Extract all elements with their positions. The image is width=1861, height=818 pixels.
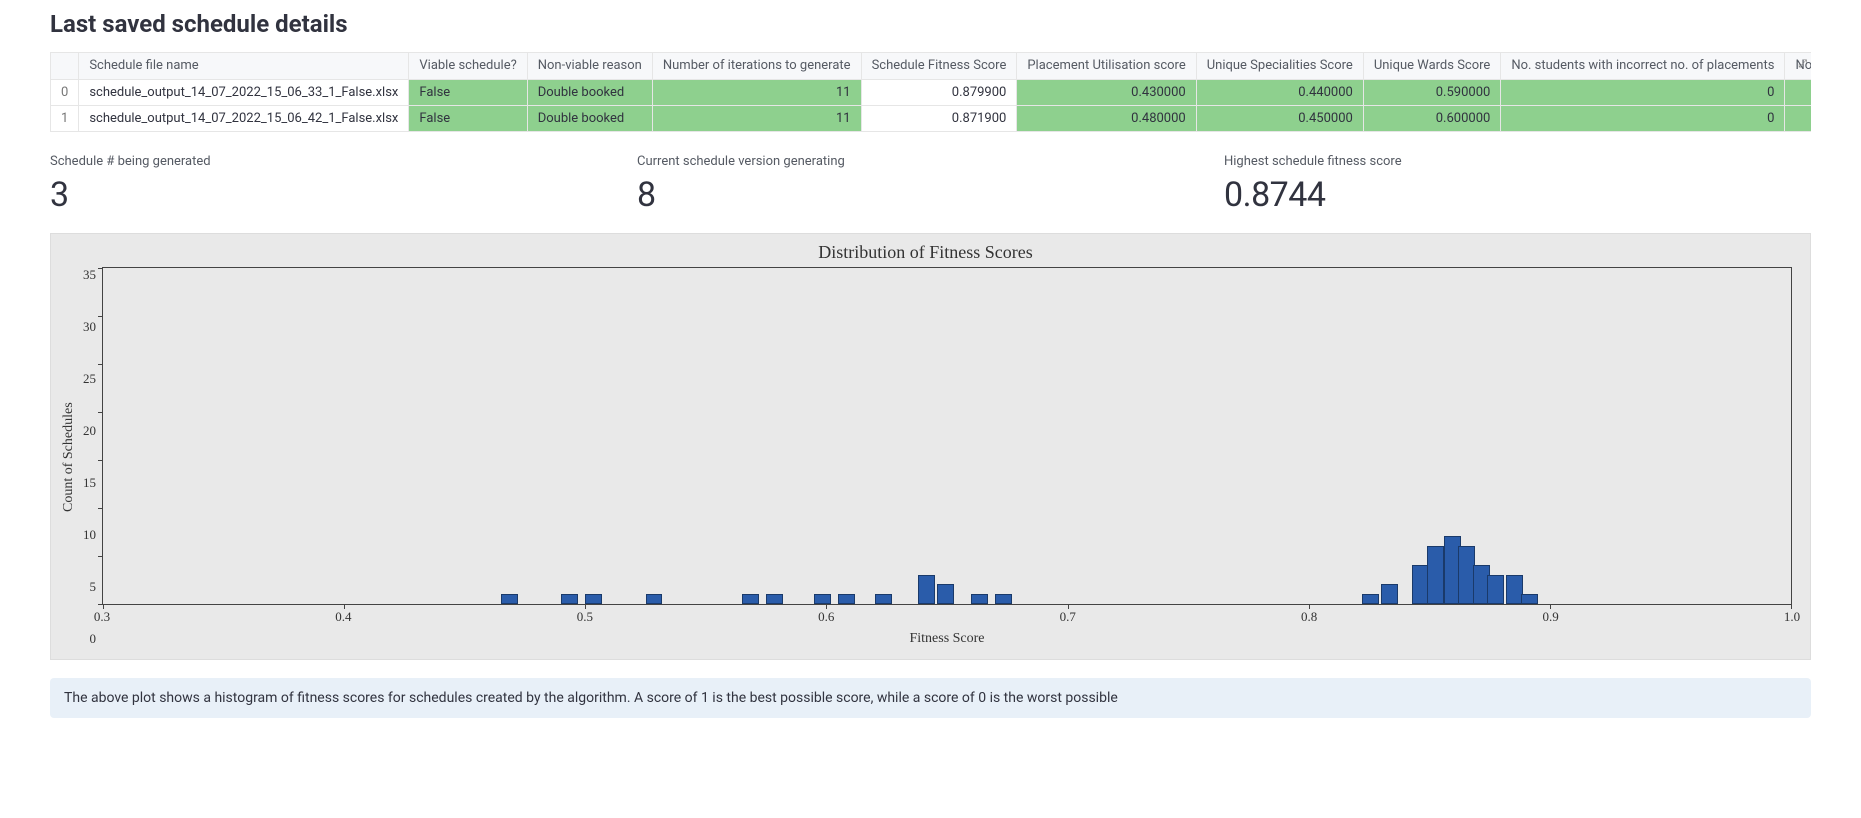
histogram-bar [971,594,988,604]
histogram-bar [1487,575,1504,604]
column-header[interactable]: Unique Wards Score [1363,53,1501,79]
y-tick: 35 [83,267,96,283]
y-axis-ticks: 35 30 25 20 15 10 5 0 [79,267,102,647]
column-header[interactable]: Non-viable reason [527,53,652,79]
table-cell: 0.430000 [1017,79,1196,105]
column-header[interactable] [51,53,79,79]
metric-value: 0.8744 [1224,175,1811,215]
column-header[interactable]: No. students with incorrect no. of place… [1501,53,1785,79]
schedule-table-container[interactable]: ⤢ Schedule file nameViable schedule?Non-… [50,52,1811,132]
table-cell: 0 [1501,79,1785,105]
column-header[interactable]: Number of iterations to generate [652,53,861,79]
table-cell: 0.871900 [861,105,1017,131]
histogram-bar [766,594,783,604]
y-tick: 10 [83,527,96,543]
x-tick: 0.7 [1060,609,1076,625]
column-header[interactable]: Placement Utilisation score [1017,53,1196,79]
table-row[interactable]: 0schedule_output_14_07_2022_15_06_33_1_F… [51,79,1811,105]
table-cell: Double booked [527,79,652,105]
table-cell: 0 [1501,105,1785,131]
table-cell: 0.450000 [1196,105,1363,131]
histogram-bar [875,594,892,604]
y-tick: 5 [90,579,97,595]
section-title: Last saved schedule details [50,10,1811,38]
table-cell: 0 [51,79,79,105]
histogram-bar [918,575,935,604]
table-cell: 11 [652,105,861,131]
table-cell: False [409,79,527,105]
x-axis-ticks: 0.30.40.50.60.70.80.91.0 [102,609,1792,627]
metric-label: Highest schedule fitness score [1224,154,1811,169]
chart-title: Distribution of Fitness Scores [59,242,1792,263]
table-cell [1785,105,1811,131]
histogram-bar [1427,546,1444,604]
metric-label: Current schedule version generating [637,154,1224,169]
histogram-bar [561,594,578,604]
histogram-bar [937,584,954,603]
schedule-table: Schedule file nameViable schedule?Non-vi… [51,53,1811,132]
column-header[interactable]: Unique Specialities Score [1196,53,1363,79]
metric-schedule-number: Schedule # being generated 3 [50,154,637,215]
table-cell: schedule_output_14_07_2022_15_06_33_1_Fa… [79,79,409,105]
y-axis-label: Count of Schedules [59,267,79,647]
metric-current-version: Current schedule version generating 8 [637,154,1224,215]
metric-highest-fitness: Highest schedule fitness score 0.8744 [1224,154,1811,215]
histogram-bar [646,594,663,604]
histogram-bar [501,594,518,604]
table-cell: schedule_output_14_07_2022_15_06_42_1_Fa… [79,105,409,131]
table-cell: 0.879900 [861,79,1017,105]
table-cell: 0.440000 [1196,79,1363,105]
histogram-bar [742,594,759,604]
x-tick: 0.6 [818,609,834,625]
histogram-bar [1362,594,1379,604]
histogram-bar [1381,584,1398,603]
metric-value: 8 [637,175,1224,215]
histogram-chart: Distribution of Fitness Scores Count of … [50,233,1811,660]
x-tick: 0.5 [577,609,593,625]
metric-value: 3 [50,175,637,215]
table-cell: False [409,105,527,131]
expand-icon[interactable]: ⤢ [1798,57,1807,71]
table-cell: Double booked [527,105,652,131]
table-cell: 0.600000 [1363,105,1501,131]
x-tick: 1.0 [1784,609,1800,625]
column-header[interactable]: Schedule file name [79,53,409,79]
histogram-bar [838,594,855,604]
x-tick: 0.3 [94,609,110,625]
table-cell: 1 [51,105,79,131]
x-axis-label: Fitness Score [102,631,1792,647]
metric-label: Schedule # being generated [50,154,637,169]
column-header[interactable]: Schedule Fitness Score [861,53,1017,79]
histogram-bar [814,594,831,604]
table-cell [1785,79,1811,105]
table-cell: 0.590000 [1363,79,1501,105]
histogram-bar [995,594,1012,604]
y-tick: 0 [90,631,97,647]
y-tick: 30 [83,319,96,335]
metrics-row: Schedule # being generated 3 Current sch… [50,154,1811,215]
table-cell: 11 [652,79,861,105]
histogram-bar [1521,594,1538,604]
column-header[interactable]: Viable schedule? [409,53,527,79]
x-tick: 0.4 [335,609,351,625]
table-cell: 0.480000 [1017,105,1196,131]
histogram-bar [585,594,602,604]
table-row[interactable]: 1schedule_output_14_07_2022_15_06_42_1_F… [51,105,1811,131]
x-tick: 0.9 [1542,609,1558,625]
y-tick: 20 [83,423,96,439]
x-tick: 0.8 [1301,609,1317,625]
info-box: The above plot shows a histogram of fitn… [50,678,1811,718]
y-tick: 15 [83,475,96,491]
plot-area [102,267,1792,605]
y-tick: 25 [83,371,96,387]
